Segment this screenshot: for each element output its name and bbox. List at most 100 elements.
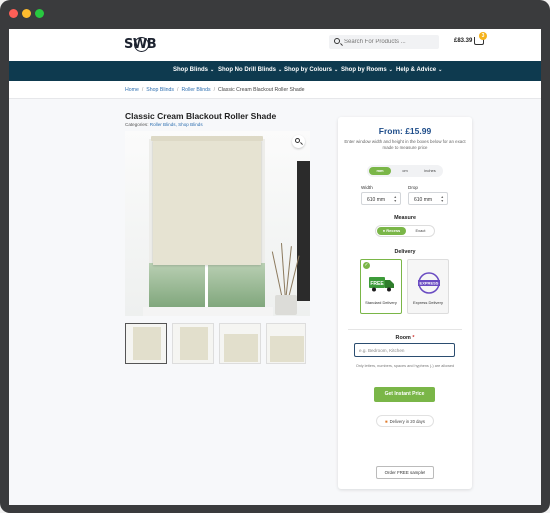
get-instant-price-button[interactable]: Get Instant Price <box>374 387 435 402</box>
thumbnail-blind <box>133 327 161 360</box>
room-hint: Only letters, numbers, spaces and hyphen… <box>355 364 455 368</box>
drop-input[interactable]: 610 mm ▲ ▼ <box>408 192 448 205</box>
nav-item-shop-no-drill-blinds[interactable]: Shop No Drill Blinds ⌄ <box>218 67 282 73</box>
width-label: Width <box>361 185 373 190</box>
drop-label: Drop <box>408 185 418 190</box>
cart-total[interactable]: £83.39 <box>454 38 472 44</box>
delivery-time-badge: ■ Delivery in 20 days <box>376 415 434 427</box>
unit-mm[interactable]: mm <box>369 167 391 175</box>
drop-value: 610 mm <box>414 197 433 203</box>
nav-item-label: Shop No Drill Blinds <box>218 67 276 73</box>
nav-item-label: Shop by Rooms <box>341 67 387 73</box>
measure-recess[interactable]: ● Recess <box>377 227 406 235</box>
thumbnail-strip <box>125 323 315 365</box>
breadcrumb-bar: Home / Shop Blinds / Roller Blinds / Classic C… <box>9 81 541 99</box>
thumbnail-blind <box>270 336 304 362</box>
plant-decoration <box>271 241 300 301</box>
room-input[interactable] <box>354 343 455 357</box>
product-main-image[interactable] <box>125 131 310 316</box>
search-input[interactable] <box>344 37 434 47</box>
measure-instructions: Enter window width and height in the box… <box>344 139 466 150</box>
nav-item-label: Shop Blinds <box>173 67 208 73</box>
measure-exact[interactable]: Exact <box>406 227 435 235</box>
logo-text: SWB <box>124 37 157 52</box>
zoom-button[interactable] <box>292 135 305 148</box>
delivery-title: Delivery <box>394 249 416 255</box>
section-divider <box>348 329 462 330</box>
delivery-standard-label: Standard Delivery <box>365 300 397 305</box>
express-badge-icon: EXPRESS <box>418 272 440 294</box>
breadcrumb-separator: / <box>141 87 144 93</box>
express-badge-text: EXPRESS <box>420 281 439 286</box>
chevron-down-icon: ⌄ <box>388 67 393 73</box>
browser-window: SWB £83.39 3 Shop Blinds⌄ Shop No Drill … <box>0 0 550 513</box>
delivery-express-option[interactable]: EXPRESS Express Delivery <box>407 259 449 314</box>
nav-item-shop-blinds[interactable]: Shop Blinds ⌄ <box>173 67 214 73</box>
room-label-text: Room <box>395 335 411 341</box>
blind-headrail <box>151 136 263 141</box>
plant-pot <box>275 295 297 315</box>
thumbnail-blind <box>224 334 258 362</box>
chevron-down-icon: ⌄ <box>278 67 283 73</box>
thumbnail-4[interactable] <box>266 323 306 364</box>
breadcrumb-roller-blinds[interactable]: Roller Blinds <box>181 87 210 93</box>
nav-item-shop-by-colours[interactable]: Shop by Colours ⌄ <box>284 67 338 73</box>
breadcrumb-shop-blinds[interactable]: Shop Blinds <box>146 87 174 93</box>
breadcrumb-home[interactable]: Home <box>125 87 139 93</box>
width-value: 610 mm <box>367 197 386 203</box>
nav-item-label: Shop by Colours <box>284 67 332 73</box>
search-icon[interactable] <box>334 38 340 44</box>
unit-selector: mm cm inches <box>367 165 443 177</box>
stepper-icon[interactable]: ▲ ▼ <box>441 195 444 203</box>
breadcrumb: Home / Shop Blinds / Roller Blinds / Classic C… <box>125 87 305 93</box>
delivery-express-label: Express Delivery <box>412 300 443 305</box>
breadcrumb-separator: / <box>176 87 179 93</box>
unit-cm[interactable]: cm <box>394 167 416 175</box>
price-configurator: From: £15.99 Enter window width and heig… <box>338 117 472 489</box>
order-sample-button[interactable]: Order FREE sample! <box>376 466 434 479</box>
room-label: Room * <box>338 335 472 341</box>
nav-item-label: Help & Advice <box>396 67 437 73</box>
minimize-window-button[interactable] <box>22 9 31 18</box>
free-delivery-truck-icon: FREE <box>369 277 394 292</box>
nav-item-help-advice[interactable]: Help & Advice ⌄ <box>396 67 442 73</box>
site-header: SWB £83.39 3 <box>9 29 541 61</box>
search-bar[interactable] <box>329 35 439 49</box>
cart-count-badge: 3 <box>479 32 487 40</box>
thumbnail-blind <box>180 327 208 360</box>
thumbnail-1[interactable] <box>125 323 167 364</box>
measure-title: Measure <box>394 215 416 221</box>
roller-blind <box>153 139 261 265</box>
chevron-down-icon: ⌄ <box>334 67 339 73</box>
breadcrumb-current: Classic Cream Blackout Roller Shade <box>218 87 305 93</box>
truck-icon: ■ <box>385 419 388 424</box>
window-garden-view <box>149 263 265 309</box>
delivery-time-text: Delivery in 20 days <box>389 419 425 424</box>
web-page: SWB £83.39 3 Shop Blinds⌄ Shop No Drill … <box>9 29 541 505</box>
thumbnail-3[interactable] <box>219 323 261 364</box>
zoom-icon <box>295 138 300 143</box>
unit-inches[interactable]: inches <box>419 167 441 175</box>
close-window-button[interactable] <box>9 9 18 18</box>
main-nav: Shop Blinds ⌄ Shop No Drill Blinds ⌄ Shop … <box>9 61 541 81</box>
product-categories: Categories: Roller Blinds, Shop Blinds <box>125 122 203 127</box>
free-badge-text: FREE <box>370 281 384 287</box>
stepper-icon[interactable]: ▲ ▼ <box>394 195 397 203</box>
window-sill <box>143 307 273 316</box>
chevron-down-icon: ⌄ <box>438 67 443 73</box>
delivery-standard-option[interactable]: ✓ FREE Standard Delivery <box>360 259 402 314</box>
categories-links[interactable]: Roller Blinds, Shop Blinds <box>150 122 203 127</box>
measure-toggle: ● Recess Exact <box>375 225 435 237</box>
thumbnail-2[interactable] <box>172 323 214 364</box>
maximize-window-button[interactable] <box>35 9 44 18</box>
product-title: Classic Cream Blackout Roller Shade <box>125 111 277 121</box>
required-marker: * <box>412 335 415 341</box>
check-icon: ✓ <box>363 262 370 269</box>
width-input[interactable]: 610 mm ▲ ▼ <box>361 192 401 205</box>
product-price: From: £15.99 <box>378 126 432 136</box>
site-logo[interactable]: SWB <box>124 34 160 56</box>
breadcrumb-separator: / <box>213 87 216 93</box>
categories-label: Categories: <box>125 122 149 127</box>
nav-item-shop-by-rooms[interactable]: Shop by Rooms ⌄ <box>341 67 393 73</box>
chevron-down-icon: ⌄ <box>210 67 215 73</box>
